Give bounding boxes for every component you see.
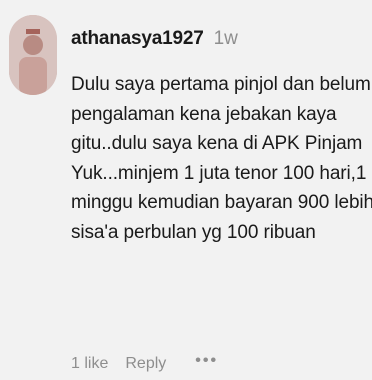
more-options-icon[interactable]: ••• <box>195 352 218 370</box>
comment-text-line: Dulu saya pertama pinjol dan belum <box>71 74 371 95</box>
avatar[interactable] <box>9 15 57 95</box>
comment-item: athanasya1927 1w Dulu saya pertama pinjo… <box>0 0 372 380</box>
comment-text-line: Yuk...minjem 1 juta tenor 100 hari,1 <box>71 162 367 184</box>
reply-button[interactable]: Reply <box>125 355 166 373</box>
comment-time: 1w <box>213 28 238 49</box>
comment-text: Dulu saya pertama pinjol dan belum penga… <box>71 70 372 247</box>
comment-actions: 1 like Reply ••• <box>71 352 218 373</box>
comment-text-line: sisa'a perbulan yg 100 ribuan <box>71 221 316 243</box>
comment-text-line: gitu..dulu saya kena di APK Pinjam <box>71 133 363 154</box>
comment-text-line: minggu kemudian bayaran 900 lebih <box>71 192 372 213</box>
like-count[interactable]: 1 like <box>71 355 108 373</box>
comment-header: athanasya1927 1w <box>71 28 369 60</box>
comment-text-line: pengalaman kena jebakan kaya <box>71 103 337 125</box>
comment-content: athanasya1927 1w Dulu saya pertama pinjo… <box>71 28 372 247</box>
username-link[interactable]: athanasya1927 <box>71 28 204 50</box>
avatar-image <box>9 15 57 95</box>
